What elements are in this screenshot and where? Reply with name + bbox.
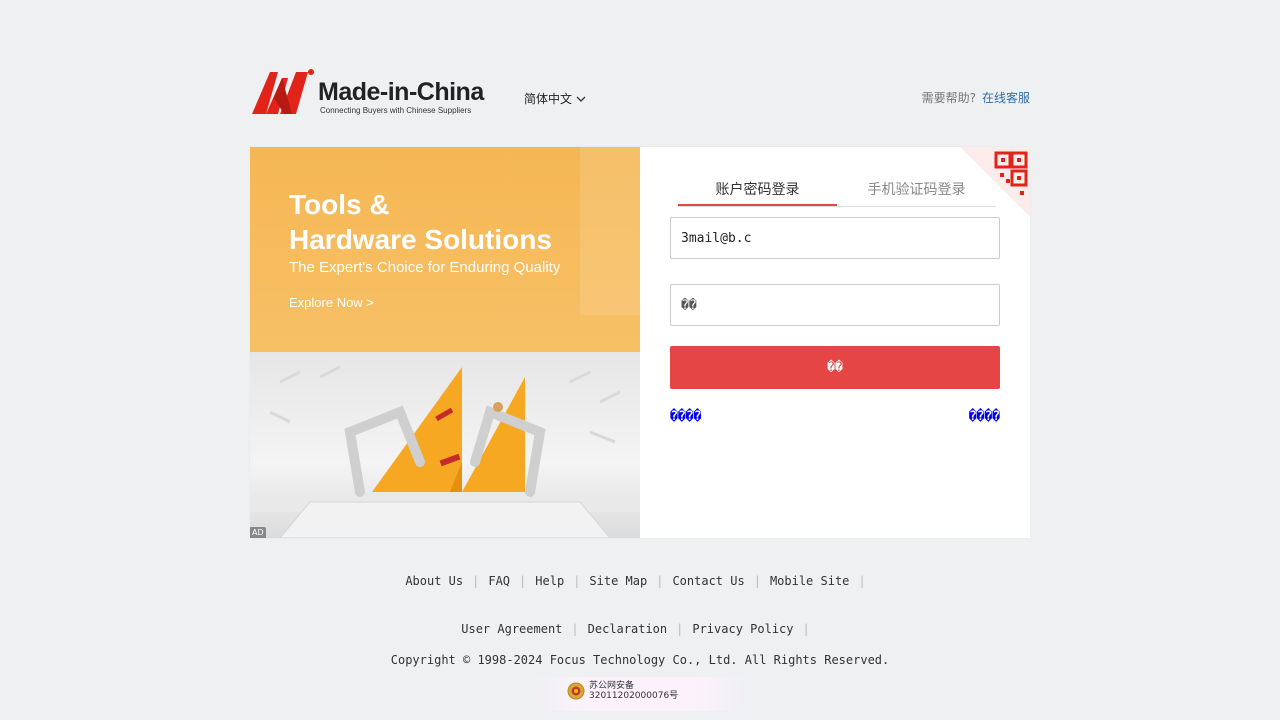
help-label: 需要帮助? xyxy=(921,91,976,105)
banner-title: Tools & Hardware Solutions xyxy=(289,189,552,255)
forgot-password-link[interactable]: ���� xyxy=(670,409,701,424)
login-button[interactable]: �� xyxy=(670,346,1000,389)
footer-mobile-site[interactable]: Mobile Site xyxy=(770,574,849,588)
footer-help[interactable]: Help xyxy=(535,574,564,588)
language-label: 简体中文 xyxy=(524,92,573,106)
logo-m-icon xyxy=(252,69,314,114)
footer-declaration[interactable]: Declaration xyxy=(588,622,667,636)
made-in-china-logo[interactable]: Made-in-China Connecting Buyers with Chi… xyxy=(252,66,492,116)
email-input[interactable] xyxy=(670,217,1000,259)
logo-tagline: Connecting Buyers with Chinese Suppliers xyxy=(320,106,472,115)
help-area: 需要帮助? 在线客服 xyxy=(922,89,1030,106)
tab-sms-login[interactable]: 手机验证码登录 xyxy=(837,175,996,206)
copyright-text: Copyright © 1998-2024 Focus Technology C… xyxy=(390,653,890,667)
ad-badge: AD xyxy=(250,527,266,538)
password-input[interactable] xyxy=(670,284,1000,326)
login-tabs: 账户密码登录 手机验证码登录 xyxy=(678,175,996,207)
footer-links-secondary: User Agreement | Declaration | Privacy Polic… xyxy=(461,622,810,636)
promo-banner[interactable]: Tools & Hardware Solutions The Expert's … xyxy=(250,147,640,538)
footer-faq[interactable]: FAQ xyxy=(488,574,510,588)
police-registration[interactable]: 苏公网安备 32011202000076号 xyxy=(530,677,750,711)
header: Made-in-China Connecting Buyers with Chi… xyxy=(250,62,1030,122)
police-emblem-icon xyxy=(567,682,585,700)
footer-site-map[interactable]: Site Map xyxy=(589,574,647,588)
register-link[interactable]: ���� xyxy=(969,409,1000,424)
online-service-link[interactable]: 在线客服 xyxy=(982,91,1030,105)
footer-privacy-policy[interactable]: Privacy Policy xyxy=(692,622,793,636)
footer-about-us[interactable]: About Us xyxy=(405,574,463,588)
tab-password-login[interactable]: 账户密码登录 xyxy=(678,175,837,206)
chevron-down-icon xyxy=(576,96,586,102)
footer-links-primary: About Us | FAQ | Help | Site Map | Contact Us | Mo… xyxy=(405,574,866,588)
robotic-arms-illustration xyxy=(250,365,640,538)
police-registration-text: 苏公网安备 32011202000076号 xyxy=(589,681,679,701)
banner-decoration xyxy=(580,147,640,315)
language-selector[interactable]: 简体中文 xyxy=(524,90,586,107)
login-card: Tools & Hardware Solutions The Expert's … xyxy=(250,147,1030,538)
logo-wordmark: Made-in-China xyxy=(318,78,484,106)
footer-contact-us[interactable]: Contact Us xyxy=(672,574,744,588)
banner-header: Tools & Hardware Solutions The Expert's … xyxy=(250,147,640,352)
login-panel: 账户密码登录 手机验证码登录 �� ���� ���� xyxy=(640,147,1030,538)
banner-image xyxy=(250,352,640,538)
explore-now-link[interactable]: Explore Now > xyxy=(289,295,374,310)
banner-subtitle: The Expert's Choice for Enduring Quality xyxy=(289,259,561,276)
footer-user-agreement[interactable]: User Agreement xyxy=(461,622,562,636)
